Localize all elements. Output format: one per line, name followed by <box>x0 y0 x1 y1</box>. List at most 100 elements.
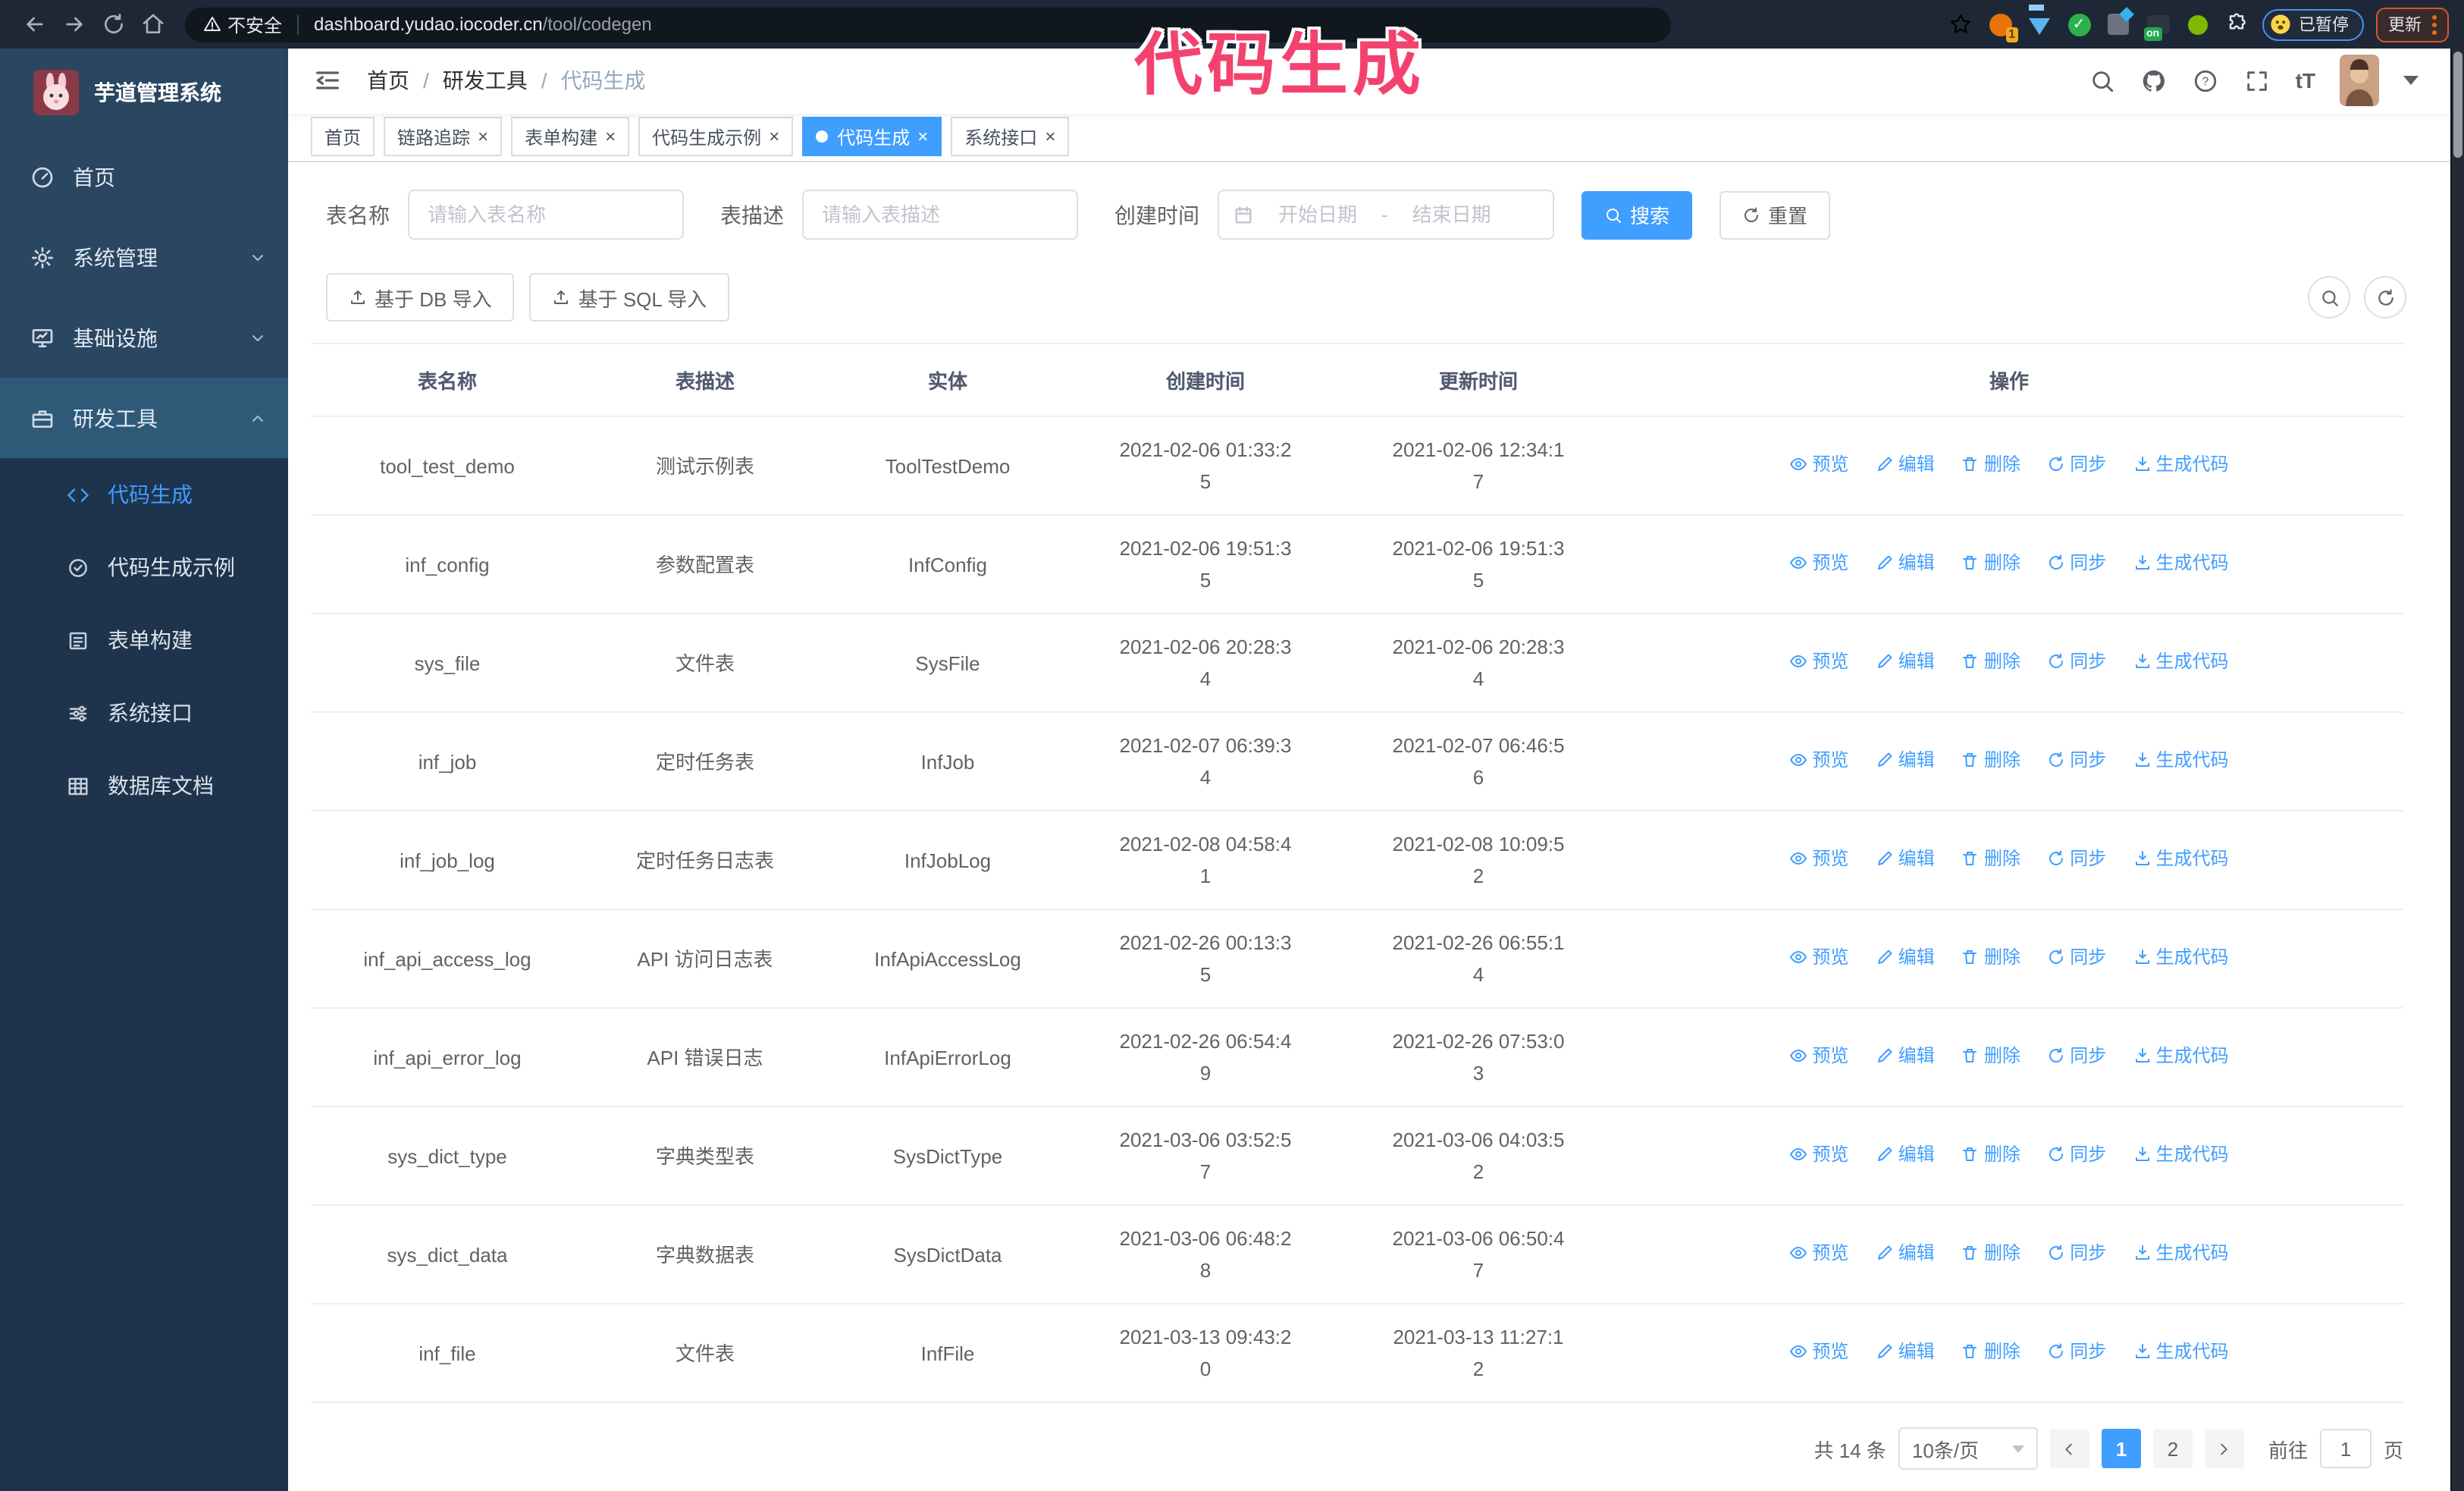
delete-link[interactable]: 删除 <box>1961 449 2020 481</box>
extensions-puzzle-icon[interactable] <box>2223 11 2250 38</box>
delete-link[interactable]: 删除 <box>1961 1041 2020 1072</box>
extension-icon-key[interactable] <box>2183 11 2211 38</box>
sync-link[interactable]: 同步 <box>2047 942 2106 974</box>
table-desc-input[interactable] <box>802 190 1078 240</box>
sidebar-subitem-codegen-example[interactable]: 代码生成示例 <box>0 531 288 604</box>
home-icon[interactable] <box>133 5 173 44</box>
generate-code-link[interactable]: 生成代码 <box>2133 449 2229 481</box>
edit-link[interactable]: 编辑 <box>1876 548 1935 579</box>
extension-icon-green-check[interactable]: ✓ <box>2065 11 2093 38</box>
sidebar-subitem-form-builder[interactable]: 表单构建 <box>0 604 288 676</box>
search-icon[interactable] <box>2089 67 2117 95</box>
forward-icon[interactable] <box>55 5 94 44</box>
sidebar-subitem-db-doc[interactable]: 数据库文档 <box>0 749 288 822</box>
sync-link[interactable]: 同步 <box>2047 1238 2106 1270</box>
tag-system-api[interactable]: 系统接口 × <box>951 117 1070 157</box>
sidebar-item-system[interactable]: 系统管理 <box>0 217 288 297</box>
sync-link[interactable]: 同步 <box>2047 843 2106 875</box>
generate-code-link[interactable]: 生成代码 <box>2133 942 2229 974</box>
delete-link[interactable]: 删除 <box>1961 745 2020 777</box>
next-page-button[interactable] <box>2204 1429 2244 1468</box>
back-icon[interactable] <box>15 5 55 44</box>
preview-link[interactable]: 预览 <box>1789 1041 1848 1072</box>
tag-form-builder[interactable]: 表单构建 × <box>511 117 630 157</box>
close-icon[interactable]: × <box>769 128 779 146</box>
sync-link[interactable]: 同步 <box>2047 449 2106 481</box>
preview-link[interactable]: 预览 <box>1789 843 1848 875</box>
refresh-table-button[interactable] <box>2364 276 2406 319</box>
preview-link[interactable]: 预览 <box>1789 1336 1848 1368</box>
edit-link[interactable]: 编辑 <box>1876 1336 1935 1368</box>
end-date-input[interactable] <box>1397 203 1506 226</box>
sidebar-subitem-system-api[interactable]: 系统接口 <box>0 676 288 749</box>
window-scrollbar[interactable] <box>2450 49 2464 1491</box>
address-bar[interactable]: 不安全 dashboard.yudao.iocoder.cn/tool/code… <box>185 7 1671 42</box>
hamburger-icon[interactable] <box>312 66 343 96</box>
edit-link[interactable]: 编辑 <box>1876 942 1935 974</box>
preview-link[interactable]: 预览 <box>1789 646 1848 678</box>
update-button[interactable]: 更新 <box>2376 7 2449 42</box>
scrollbar-thumb[interactable] <box>2453 52 2462 158</box>
extension-icon-squares[interactable] <box>2105 11 2132 38</box>
generate-code-link[interactable]: 生成代码 <box>2133 646 2229 678</box>
import-sql-button[interactable]: 基于 SQL 导入 <box>529 273 730 322</box>
edit-link[interactable]: 编辑 <box>1876 646 1935 678</box>
preview-link[interactable]: 预览 <box>1789 1238 1848 1270</box>
preview-link[interactable]: 预览 <box>1789 1139 1848 1171</box>
edit-link[interactable]: 编辑 <box>1876 843 1935 875</box>
reset-button[interactable]: 重置 <box>1719 190 1831 239</box>
tag-home[interactable]: 首页 <box>311 117 375 157</box>
bookmark-star-icon[interactable] <box>1947 11 1974 38</box>
close-icon[interactable]: × <box>917 128 928 146</box>
font-size-icon[interactable]: tT <box>2296 69 2315 93</box>
generate-code-link[interactable]: 生成代码 <box>2133 1139 2229 1171</box>
generate-code-link[interactable]: 生成代码 <box>2133 745 2229 777</box>
generate-code-link[interactable]: 生成代码 <box>2133 548 2229 579</box>
sidebar-item-infra[interactable]: 基础设施 <box>0 297 288 378</box>
sync-link[interactable]: 同步 <box>2047 548 2106 579</box>
help-icon[interactable]: ? <box>2193 67 2220 95</box>
profile-paused-pill[interactable]: 已暂停 <box>2262 8 2364 40</box>
logo-row[interactable]: 芋道管理系统 <box>0 49 288 137</box>
avatar[interactable] <box>2340 55 2379 107</box>
reload-icon[interactable] <box>94 5 133 44</box>
table-name-input[interactable] <box>408 190 684 240</box>
preview-link[interactable]: 预览 <box>1789 745 1848 777</box>
page-size-select[interactable]: 10条/页 <box>1898 1427 2038 1470</box>
sync-link[interactable]: 同步 <box>2047 1336 2106 1368</box>
edit-link[interactable]: 编辑 <box>1876 1238 1935 1270</box>
preview-link[interactable]: 预览 <box>1789 449 1848 481</box>
delete-link[interactable]: 删除 <box>1961 1139 2020 1171</box>
edit-link[interactable]: 编辑 <box>1876 745 1935 777</box>
sync-link[interactable]: 同步 <box>2047 1041 2106 1072</box>
extension-icon-gem[interactable] <box>2026 11 2053 38</box>
preview-link[interactable]: 预览 <box>1789 548 1848 579</box>
delete-link[interactable]: 删除 <box>1961 942 2020 974</box>
extension-icon-on-badge[interactable]: on <box>2143 11 2171 41</box>
caret-down-icon[interactable] <box>2403 76 2419 86</box>
edit-link[interactable]: 编辑 <box>1876 1139 1935 1171</box>
generate-code-link[interactable]: 生成代码 <box>2133 1336 2229 1368</box>
sync-link[interactable]: 同步 <box>2047 1139 2106 1171</box>
delete-link[interactable]: 删除 <box>1961 646 2020 678</box>
sidebar-item-home[interactable]: 首页 <box>0 137 288 217</box>
page-button-1[interactable]: 1 <box>2101 1429 2141 1468</box>
delete-link[interactable]: 删除 <box>1961 843 2020 875</box>
tag-codegen-example[interactable]: 代码生成示例 × <box>638 117 794 157</box>
sync-link[interactable]: 同步 <box>2047 745 2106 777</box>
page-button-2[interactable]: 2 <box>2152 1429 2193 1468</box>
close-icon[interactable]: × <box>1045 128 1055 146</box>
generate-code-link[interactable]: 生成代码 <box>2133 843 2229 875</box>
prev-page-button[interactable] <box>2049 1429 2089 1468</box>
show-search-toggle-button[interactable] <box>2308 276 2350 319</box>
not-secure-warning[interactable]: 不安全 <box>203 11 282 37</box>
delete-link[interactable]: 删除 <box>1961 1238 2020 1270</box>
tag-codegen[interactable]: 代码生成 × <box>802 117 942 157</box>
breadcrumb-devtools[interactable]: 研发工具 <box>443 66 528 96</box>
github-icon[interactable] <box>2141 67 2168 95</box>
edit-link[interactable]: 编辑 <box>1876 449 1935 481</box>
search-button[interactable]: 搜索 <box>1582 190 1693 239</box>
close-icon[interactable]: × <box>605 128 616 146</box>
sync-link[interactable]: 同步 <box>2047 646 2106 678</box>
import-db-button[interactable]: 基于 DB 导入 <box>326 273 515 322</box>
